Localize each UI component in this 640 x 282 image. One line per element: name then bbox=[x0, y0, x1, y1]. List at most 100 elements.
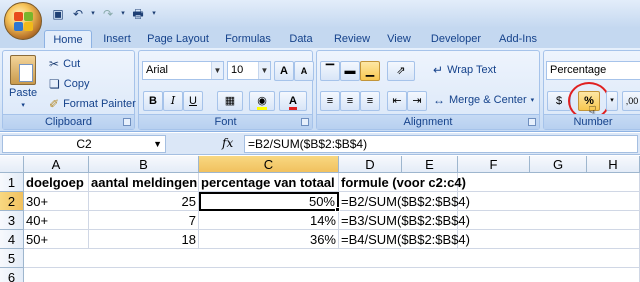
cell-f1[interactable] bbox=[458, 173, 640, 192]
align-left-button[interactable]: ≡ bbox=[320, 91, 340, 111]
row-header-3[interactable]: 3 bbox=[0, 211, 24, 230]
copy-button[interactable]: ❏ Copy bbox=[49, 77, 89, 91]
align-bottom-icon: ▁ bbox=[365, 65, 375, 77]
decrease-indent-button[interactable]: ⇤ bbox=[387, 91, 407, 111]
font-name-combo[interactable]: Arial ▼ bbox=[142, 61, 224, 80]
undo-icon[interactable]: ↶ bbox=[70, 6, 86, 22]
format-painter-label: Format Painter bbox=[63, 98, 136, 110]
cell-b3[interactable]: 7 bbox=[89, 211, 199, 230]
font-dialog-launcher-icon[interactable] bbox=[301, 118, 309, 126]
shrink-font-button[interactable]: A bbox=[294, 61, 314, 81]
tab-formulas[interactable]: Formulas bbox=[221, 30, 275, 48]
orientation-button[interactable]: ⇗ bbox=[387, 61, 415, 81]
cell-d3[interactable]: =B3/SUM($B$2:$B$4) bbox=[339, 211, 470, 230]
cell-f3[interactable] bbox=[458, 211, 640, 230]
name-box-value: C2 bbox=[76, 137, 92, 151]
underline-button[interactable]: U bbox=[183, 91, 203, 111]
cell-c3[interactable]: 14% bbox=[199, 211, 339, 230]
cell-a2[interactable]: 30+ bbox=[24, 192, 89, 211]
column-header-g[interactable]: G bbox=[530, 156, 587, 173]
column-header-e[interactable]: E bbox=[402, 156, 458, 173]
insert-function-icon[interactable]: fx bbox=[222, 136, 233, 150]
cell-c2[interactable]: 50% bbox=[199, 192, 339, 211]
align-center-button[interactable]: ≡ bbox=[340, 91, 360, 111]
alignment-dialog-launcher-icon[interactable] bbox=[528, 118, 536, 126]
align-middle-button[interactable]: ▬ bbox=[340, 61, 360, 81]
tab-add-ins[interactable]: Add-Ins bbox=[494, 30, 542, 48]
cell-b1[interactable]: aantal meldingen bbox=[89, 173, 199, 192]
align-top-button[interactable]: ▔ bbox=[320, 61, 340, 81]
name-box[interactable]: C2 ▼ bbox=[2, 135, 166, 153]
redo-dropdown-icon[interactable]: ▾ bbox=[120, 6, 126, 22]
cell-d4[interactable]: =B4/SUM($B$2:$B$4) bbox=[339, 230, 470, 249]
fill-color-icon: ◉ bbox=[257, 95, 267, 110]
bold-button[interactable]: B bbox=[143, 91, 163, 111]
merge-center-dropdown-icon[interactable]: ▾ bbox=[531, 96, 535, 104]
row-header-6[interactable]: 6 bbox=[0, 268, 24, 282]
align-right-button[interactable]: ≡ bbox=[360, 91, 380, 111]
tab-view[interactable]: View bbox=[382, 30, 416, 48]
customize-qat-icon[interactable]: ▾ bbox=[150, 6, 158, 22]
borders-button[interactable]: ▦ bbox=[217, 91, 243, 111]
cell-b4[interactable]: 18 bbox=[89, 230, 199, 249]
cell-c1[interactable]: percentage van totaal bbox=[199, 173, 339, 192]
format-painter-button[interactable]: ✐ Format Painter bbox=[49, 97, 136, 111]
cell-a3[interactable]: 40+ bbox=[24, 211, 89, 230]
tab-data[interactable]: Data bbox=[282, 30, 320, 48]
column-header-b[interactable]: B bbox=[89, 156, 199, 173]
paste-button[interactable]: Paste ▾ bbox=[9, 55, 37, 109]
column-header-h[interactable]: H bbox=[587, 156, 640, 173]
formula-input[interactable]: =B2/SUM($B$2:$B$4) bbox=[244, 135, 638, 153]
accounting-icon: $ bbox=[555, 95, 563, 107]
column-header-f[interactable]: F bbox=[458, 156, 530, 173]
tab-home[interactable]: Home bbox=[44, 30, 92, 48]
tab-insert[interactable]: Insert bbox=[98, 30, 136, 48]
wrap-text-button[interactable]: ↵ Wrap Text bbox=[433, 63, 496, 77]
row-header-5[interactable]: 5 bbox=[0, 249, 24, 268]
cell-a4[interactable]: 50+ bbox=[24, 230, 89, 249]
cell-d1[interactable]: formule (voor c2:c4) bbox=[339, 173, 466, 192]
cell-f2[interactable] bbox=[458, 192, 640, 211]
row-header-1[interactable]: 1 bbox=[0, 173, 24, 192]
font-size-dropdown-icon[interactable]: ▼ bbox=[258, 62, 270, 79]
empty-row-5[interactable] bbox=[24, 249, 640, 268]
tab-developer[interactable]: Developer bbox=[427, 30, 485, 48]
number-format-combo[interactable]: Percentage bbox=[546, 61, 640, 80]
grow-font-button[interactable]: A bbox=[274, 61, 294, 81]
clipboard-dialog-launcher-icon[interactable] bbox=[123, 118, 131, 126]
increase-indent-button[interactable]: ⇥ bbox=[407, 91, 427, 111]
print-preview-icon[interactable]: 🖶 bbox=[130, 6, 146, 22]
select-all-corner[interactable] bbox=[0, 156, 24, 173]
undo-dropdown-icon[interactable]: ▾ bbox=[90, 6, 96, 22]
redo-icon[interactable]: ↷ bbox=[100, 6, 116, 22]
tab-page-layout[interactable]: Page Layout bbox=[143, 30, 213, 48]
quick-access-toolbar: ▣ ↶ ▾ ↷ ▾ 🖶 ▾ bbox=[50, 5, 158, 23]
save-icon[interactable]: ▣ bbox=[50, 6, 66, 22]
font-size-combo[interactable]: 10 ▼ bbox=[227, 61, 271, 80]
fill-handle[interactable] bbox=[335, 207, 340, 212]
empty-row-6[interactable] bbox=[24, 268, 640, 282]
column-header-d[interactable]: D bbox=[339, 156, 402, 173]
comma-style-button[interactable]: ,00 bbox=[622, 91, 640, 111]
cell-b2[interactable]: 25 bbox=[89, 192, 199, 211]
merge-center-button[interactable]: ↔ Merge & Center ▾ bbox=[433, 93, 534, 107]
office-button[interactable] bbox=[4, 2, 42, 40]
tab-review[interactable]: Review bbox=[330, 30, 374, 48]
cell-d2[interactable]: =B2/SUM($B$2:$B$4) bbox=[339, 192, 470, 211]
fill-color-button[interactable]: ◉ bbox=[249, 91, 275, 111]
row-header-4[interactable]: 4 bbox=[0, 230, 24, 249]
number-group-label: Number bbox=[544, 114, 640, 129]
name-box-dropdown-icon[interactable]: ▼ bbox=[153, 136, 162, 152]
cell-a1[interactable]: doelgoep bbox=[24, 173, 89, 192]
percent-dropdown-icon[interactable]: ▾ bbox=[606, 91, 618, 111]
cell-c4[interactable]: 36% bbox=[199, 230, 339, 249]
cut-button[interactable]: ✂ Cut bbox=[49, 57, 80, 71]
font-name-dropdown-icon[interactable]: ▼ bbox=[211, 62, 223, 79]
row-header-2[interactable]: 2 bbox=[0, 192, 24, 211]
font-color-button[interactable]: A bbox=[279, 91, 307, 111]
cell-f4[interactable] bbox=[458, 230, 640, 249]
align-bottom-button[interactable]: ▁ bbox=[360, 61, 380, 81]
column-header-a[interactable]: A bbox=[24, 156, 89, 173]
italic-button[interactable]: I bbox=[163, 91, 183, 111]
column-header-c[interactable]: C bbox=[199, 156, 339, 173]
